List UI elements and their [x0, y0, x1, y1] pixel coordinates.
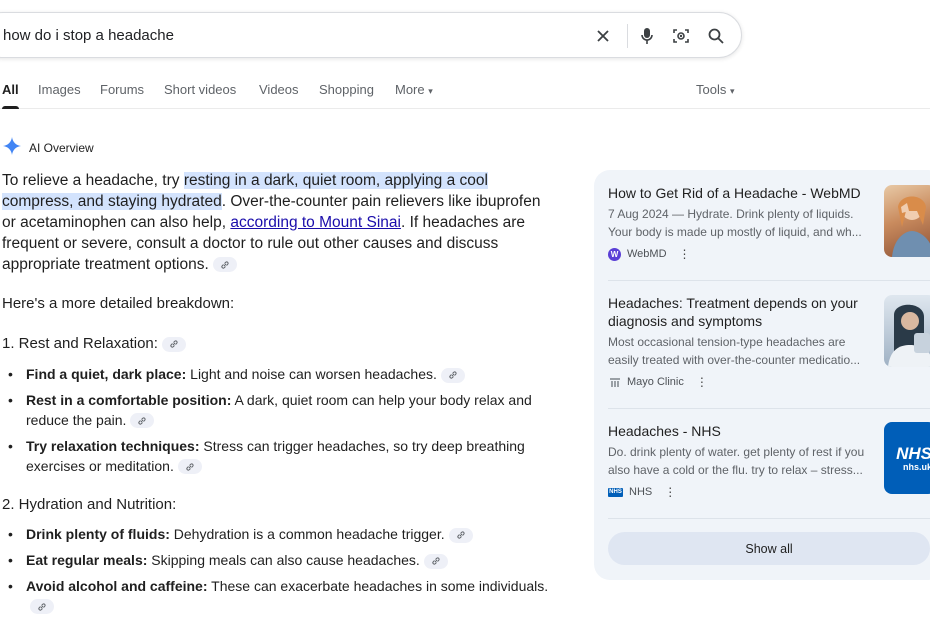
- source-site: Mayo Clinic: [627, 376, 684, 388]
- tab-more[interactable]: More ▾: [395, 82, 433, 97]
- divider: [608, 280, 930, 281]
- link-chip-icon[interactable]: [161, 336, 186, 352]
- bullet-icon: •: [8, 526, 13, 542]
- item-bold: Drink plenty of fluids:: [26, 526, 170, 542]
- search-divider: [627, 24, 628, 48]
- nhs-favicon-icon: NHS: [608, 487, 623, 497]
- source-meta: W WebMD ⋮: [608, 247, 874, 261]
- more-options-icon[interactable]: ⋮: [664, 485, 676, 499]
- link-chip-icon[interactable]: [423, 553, 448, 569]
- source-title[interactable]: How to Get Rid of a Headache - WebMD: [608, 184, 874, 202]
- tab-forums[interactable]: Forums: [100, 82, 144, 97]
- source-meta: NHS NHS ⋮: [608, 485, 874, 499]
- sparkle-icon: [3, 137, 21, 158]
- lens-icon[interactable]: [671, 26, 691, 46]
- divider: [608, 518, 930, 519]
- tools-label: Tools: [696, 82, 727, 97]
- source-card[interactable]: Headaches - NHS Do. drink plenty of wate…: [608, 422, 874, 499]
- tab-images[interactable]: Images: [38, 82, 81, 97]
- link-chip-icon[interactable]: [448, 527, 473, 543]
- mayo-clinic-favicon-icon: [608, 376, 621, 389]
- ai-overview-header: AI Overview: [3, 137, 94, 158]
- more-options-icon[interactable]: ⋮: [696, 375, 708, 389]
- nhs-logo-url: nhs.uk: [902, 461, 930, 472]
- ai-overview-title: AI Overview: [29, 140, 94, 155]
- source-snippet: 7 Aug 2024 — Hydrate. Drink plenty of li…: [608, 207, 862, 239]
- tab-all[interactable]: All: [2, 82, 19, 109]
- webmd-favicon-icon: W: [608, 247, 621, 261]
- microphone-icon[interactable]: [637, 26, 657, 46]
- list-item: • Rest in a comfortable position: A dark,…: [8, 391, 553, 430]
- tab-more-label: More: [395, 82, 425, 97]
- mount-sinai-link[interactable]: according to Mount Sinai: [230, 214, 401, 231]
- caret-down-icon: ▾: [428, 86, 433, 96]
- link-chip-icon[interactable]: [130, 413, 155, 429]
- search-tabs: All Images Forums Short videos Videos Sh…: [0, 80, 930, 109]
- list-item: • Find a quiet, dark place: Light and noi…: [8, 365, 553, 385]
- search-bar: how do i stop a headache: [0, 12, 742, 58]
- item-bold: Avoid alcohol and caffeine:: [26, 578, 208, 594]
- tab-videos[interactable]: Videos: [259, 82, 299, 97]
- search-icon[interactable]: [706, 26, 726, 46]
- ai-answer: To relieve a headache, try resting in a …: [2, 170, 547, 275]
- bullet-icon: •: [8, 438, 13, 454]
- intro-text: To relieve a headache, try: [2, 172, 184, 189]
- item-text: These can exacerbate headaches in some i…: [207, 578, 549, 594]
- source-site: WebMD: [627, 248, 667, 260]
- section-heading: 2. Hydration and Nutrition:: [2, 496, 177, 513]
- source-snippet: Do. drink plenty of water. get plenty of…: [608, 445, 865, 477]
- link-chip-icon[interactable]: [440, 367, 465, 383]
- source-card[interactable]: Headaches: Treatment depends on your dia…: [608, 294, 874, 389]
- tab-shopping[interactable]: Shopping: [319, 82, 374, 97]
- webmd-thumbnail[interactable]: [884, 185, 930, 257]
- item-bold: Rest in a comfortable position:: [26, 392, 232, 408]
- section-heading-text: 1. Rest and Relaxation:: [2, 335, 158, 352]
- source-title[interactable]: Headaches - NHS: [608, 422, 874, 440]
- list-item: • Drink plenty of fluids: Dehydration is …: [8, 525, 553, 545]
- list-item: • Eat regular meals: Skipping meals can a…: [8, 551, 553, 571]
- list-item: • Try relaxation techniques: Stress can t…: [8, 437, 553, 476]
- mayo-clinic-thumbnail[interactable]: [884, 295, 930, 367]
- link-chip-icon[interactable]: [30, 599, 54, 615]
- nhs-thumbnail[interactable]: NHS nhs.uk: [884, 422, 930, 494]
- bullet-icon: •: [8, 366, 13, 382]
- item-text: Skipping meals can also cause headaches.: [147, 552, 420, 568]
- search-input[interactable]: how do i stop a headache: [3, 27, 174, 44]
- section-heading: 1. Rest and Relaxation:: [2, 335, 186, 352]
- sources-panel: How to Get Rid of a Headache - WebMD 7 A…: [594, 170, 930, 580]
- item-text: Light and noise can worsen headaches.: [186, 366, 437, 382]
- source-card[interactable]: How to Get Rid of a Headache - WebMD 7 A…: [608, 184, 874, 261]
- caret-down-icon: ▾: [729, 86, 735, 96]
- bullet-icon: •: [8, 552, 13, 568]
- bullet-icon: •: [8, 392, 13, 408]
- tools-button[interactable]: Tools ▾: [696, 82, 735, 97]
- more-options-icon[interactable]: ⋮: [679, 247, 691, 261]
- ai-answer-intro: To relieve a headache, try resting in a …: [2, 170, 547, 275]
- link-chip-icon[interactable]: [212, 257, 237, 273]
- source-site: NHS: [629, 486, 653, 498]
- bullet-icon: •: [8, 578, 13, 594]
- item-bold: Try relaxation techniques:: [26, 438, 200, 454]
- item-bold: Find a quiet, dark place:: [26, 366, 187, 382]
- clear-icon[interactable]: [593, 26, 613, 46]
- item-bold: Eat regular meals:: [26, 552, 148, 568]
- list-item: • Avoid alcohol and caffeine: These can e…: [8, 577, 553, 616]
- breakdown-text: Here's a more detailed breakdown:: [2, 295, 235, 312]
- tab-short-videos[interactable]: Short videos: [164, 82, 236, 97]
- divider: [608, 408, 930, 409]
- source-snippet: Most occasional tension-type headaches a…: [608, 335, 861, 367]
- link-chip-icon[interactable]: [177, 459, 202, 475]
- show-all-button[interactable]: Show all: [608, 532, 930, 565]
- item-text: Dehydration is a common headache trigger…: [169, 526, 445, 542]
- source-title[interactable]: Headaches: Treatment depends on your dia…: [608, 294, 874, 330]
- nhs-logo: NHS: [896, 443, 930, 463]
- source-meta: Mayo Clinic ⋮: [608, 375, 874, 389]
